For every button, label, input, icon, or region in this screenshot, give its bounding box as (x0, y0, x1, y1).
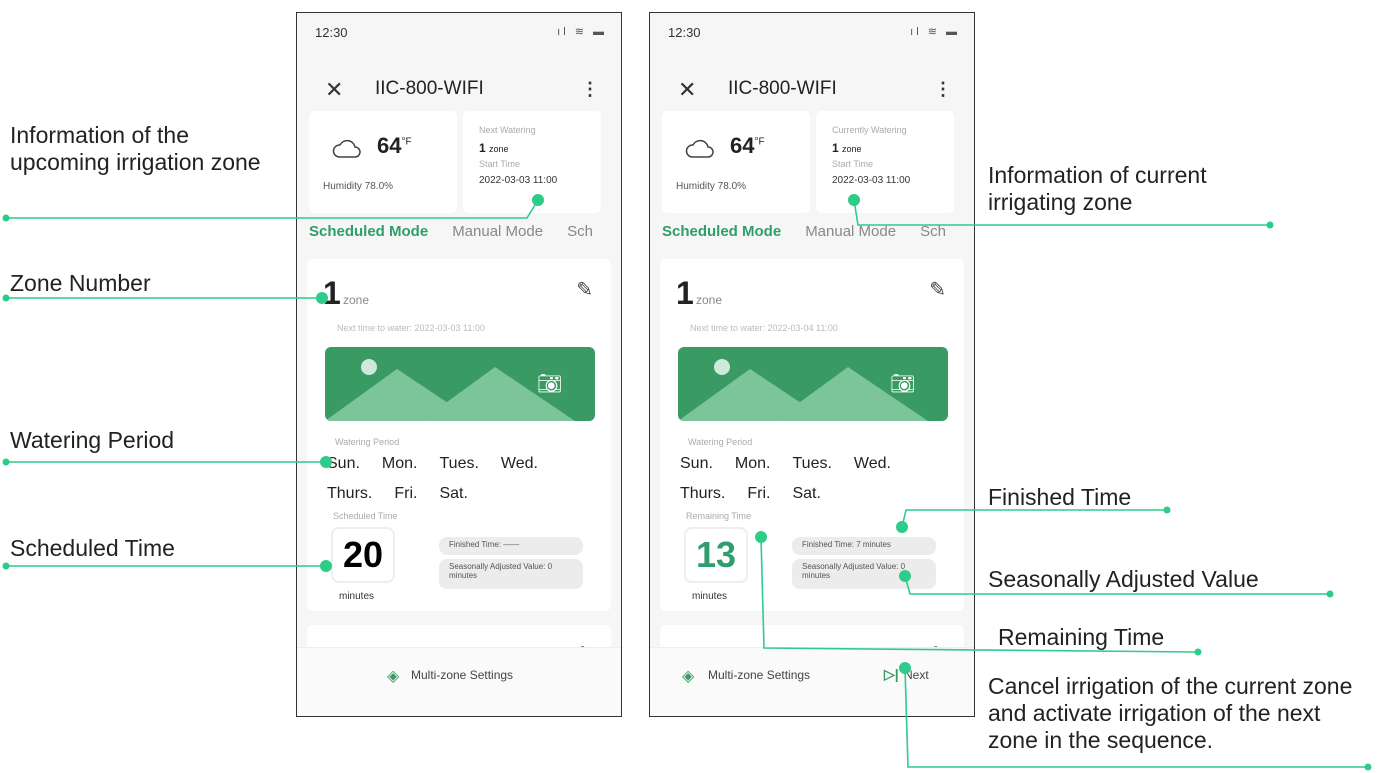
minutes-label: minutes (692, 591, 728, 602)
minutes-label: minutes (339, 591, 375, 602)
annotation-current-zone: Information of current irrigating zone (988, 162, 1207, 215)
day-fri[interactable]: Fri. (747, 485, 770, 503)
weather-card: 64°F Humidity 78.0% (662, 111, 810, 213)
signal-wifi-battery-icon: ıl ≋ ▬ (557, 26, 607, 38)
mode-tabs: Scheduled Mode Manual Mode Sch (309, 223, 593, 240)
days-row-2: Thurs. Fri. Sat. (680, 485, 843, 503)
day-sat[interactable]: Sat. (439, 485, 467, 503)
phone-watering: 12:30 ıl ≋ ▬ ✕ IIC-800-WIFI ⋮ 64°F Humid… (649, 12, 975, 717)
next-watering-zone: 1 zone (479, 141, 509, 155)
annotation-finished-time: Finished Time (988, 484, 1132, 510)
edit-icon[interactable]: ✎ (576, 277, 593, 302)
annotation-watering-period: Watering Period (10, 427, 175, 453)
bottom-bar: ◈ Multi-zone Settings ▷| Next (650, 647, 974, 716)
annotation-cancel-next: Cancel irrigation of the current zone an… (988, 673, 1353, 753)
next-time-to-water: Next time to water: 2022-03-04 11:00 (690, 323, 838, 333)
remaining-time-value: 13 (684, 527, 748, 583)
humidity: Humidity 78.0% (676, 181, 747, 192)
start-time-label: Start Time (832, 159, 874, 169)
camera-icon[interactable]: 📷︎ (537, 371, 562, 396)
temperature: 64°F (730, 133, 765, 158)
zone-photo-banner[interactable]: 📷︎ (325, 347, 595, 421)
camera-icon[interactable]: 📷︎ (890, 371, 915, 396)
edit-icon[interactable]: ✎ (929, 277, 946, 302)
remaining-time-label: Remaining Time (686, 511, 752, 521)
more-vertical-icon[interactable]: ⋮ (934, 79, 952, 100)
day-sun[interactable]: Sun. (327, 455, 360, 473)
annotation-zone-number: Zone Number (10, 270, 151, 296)
zone-number: 1 (323, 275, 341, 311)
weather-card: 64°F Humidity 78.0% (309, 111, 457, 213)
signal-wifi-battery-icon: ıl ≋ ▬ (910, 26, 960, 38)
day-fri[interactable]: Fri. (394, 485, 417, 503)
status-time: 12:30 (668, 25, 701, 40)
annotation-remaining-time: Remaining Time (998, 624, 1165, 650)
tab-scheduled-mode[interactable]: Scheduled Mode (309, 223, 428, 240)
cloud-icon (685, 139, 714, 158)
scheduled-time-label: Scheduled Time (333, 511, 398, 521)
annotation-upcoming-zone: Information of the upcoming irrigation z… (10, 122, 261, 175)
tab-scheduled-mode[interactable]: Scheduled Mode (662, 223, 781, 240)
device-title: IIC-800-WIFI (728, 78, 837, 99)
next-watering-label: Next Watering (479, 125, 536, 135)
mode-tabs: Scheduled Mode Manual Mode Sch (662, 223, 946, 240)
tab-manual-mode[interactable]: Manual Mode (452, 223, 543, 240)
layers-icon: ◈ (682, 668, 695, 685)
current-watering-zone: 1 zone (832, 141, 862, 155)
finished-time: Finished Time: —— (439, 537, 583, 555)
zone-card: 1 zone ✎ Next time to water: 2022-03-04 … (660, 259, 964, 611)
zone-label: zone (343, 293, 370, 307)
current-watering-card: Currently Watering 1 zone Start Time 202… (816, 111, 954, 213)
multi-zone-settings-button[interactable]: Multi-zone Settings (411, 668, 513, 682)
scheduled-time-value[interactable]: 20 (331, 527, 395, 583)
annotation-scheduled-time: Scheduled Time (10, 535, 175, 561)
start-time-value: 2022-03-03 11:00 (832, 175, 911, 186)
days-row-1: Sun. Mon. Tues. Wed. (327, 455, 560, 473)
temperature: 64°F (377, 133, 412, 158)
bottom-bar: ◈ Multi-zone Settings (297, 647, 621, 716)
tab-manual-mode[interactable]: Manual Mode (805, 223, 896, 240)
more-vertical-icon[interactable]: ⋮ (581, 79, 599, 100)
day-thurs[interactable]: Thurs. (680, 485, 725, 503)
start-time-value: 2022-03-03 11:00 (479, 175, 558, 186)
tab-schedule-more[interactable]: Sch (567, 223, 593, 240)
day-wed[interactable]: Wed. (501, 455, 538, 473)
watering-period-label: Watering Period (688, 437, 753, 447)
day-tues[interactable]: Tues. (793, 455, 832, 473)
layers-icon: ◈ (387, 668, 400, 685)
next-watering-card: Next Watering 1 zone Start Time 2022-03-… (463, 111, 601, 213)
cloud-icon (332, 139, 361, 158)
phone-scheduled: 12:30 ıl ≋ ▬ ✕ IIC-800-WIFI ⋮ 64°F Humid… (296, 12, 622, 717)
multi-zone-settings-button[interactable]: Multi-zone Settings (708, 668, 810, 682)
close-icon[interactable]: ✕ (678, 77, 696, 103)
humidity: Humidity 78.0% (323, 181, 394, 192)
next-time-to-water: Next time to water: 2022-03-03 11:00 (337, 323, 485, 333)
annotation-seasonal-value: Seasonally Adjusted Value (988, 566, 1259, 592)
status-time: 12:30 (315, 25, 348, 40)
watering-period-label: Watering Period (335, 437, 400, 447)
days-row-2: Thurs. Fri. Sat. (327, 485, 490, 503)
day-thurs[interactable]: Thurs. (327, 485, 372, 503)
zone-number: 1 (676, 275, 694, 311)
zone-photo-banner[interactable]: 📷︎ (678, 347, 948, 421)
day-sat[interactable]: Sat. (792, 485, 820, 503)
skip-next-icon[interactable]: ▷| (884, 666, 899, 683)
next-zone-button[interactable]: Next (904, 668, 929, 682)
days-row-1: Sun. Mon. Tues. Wed. (680, 455, 913, 473)
zone-card: 1 zone ✎ Next time to water: 2022-03-03 … (307, 259, 611, 611)
zone-label: zone (696, 293, 723, 307)
tab-schedule-more[interactable]: Sch (920, 223, 946, 240)
finished-time: Finished Time: 7 minutes (792, 537, 936, 555)
start-time-label: Start Time (479, 159, 521, 169)
seasonal-adjusted-value: Seasonally Adjusted Value: 0 minutes (792, 559, 936, 589)
close-icon[interactable]: ✕ (325, 77, 343, 103)
day-mon[interactable]: Mon. (735, 455, 771, 473)
day-mon[interactable]: Mon. (382, 455, 418, 473)
device-title: IIC-800-WIFI (375, 78, 484, 99)
day-tues[interactable]: Tues. (440, 455, 479, 473)
seasonal-adjusted-value: Seasonally Adjusted Value: 0 minutes (439, 559, 583, 589)
currently-watering-label: Currently Watering (832, 125, 907, 135)
day-wed[interactable]: Wed. (854, 455, 891, 473)
day-sun[interactable]: Sun. (680, 455, 713, 473)
